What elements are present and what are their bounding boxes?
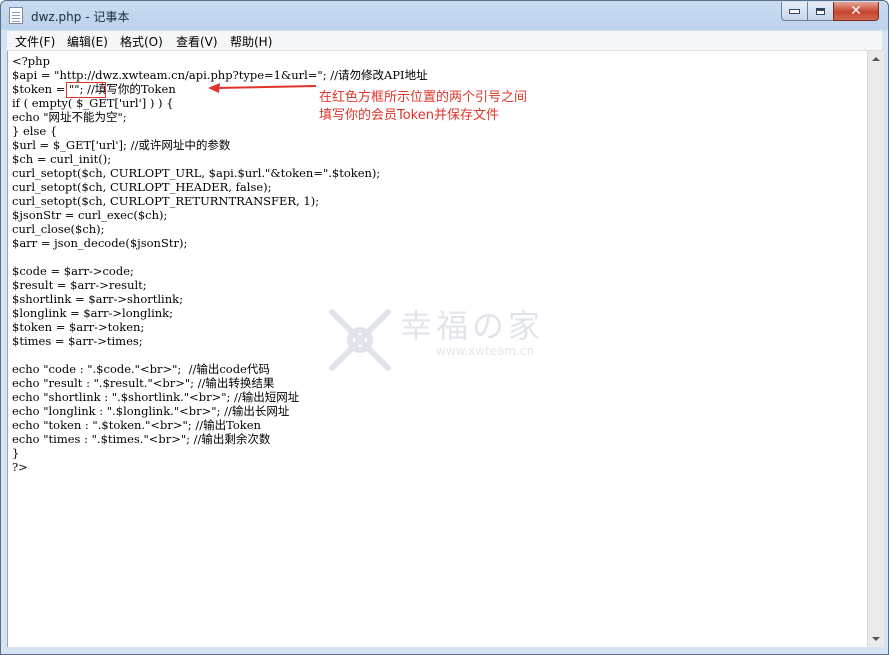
code-line: $shortlink = $arr->shortlink; — [12, 292, 183, 306]
code-line: $arr = json_decode($jsonStr); — [12, 236, 188, 250]
code-line: } else { — [12, 124, 58, 138]
maximize-icon — [816, 7, 825, 15]
code-line: $url = $_GET['url']; //或许网址中的参数 — [12, 138, 231, 152]
code-line: } — [12, 446, 20, 460]
scroll-up-button[interactable] — [868, 51, 884, 67]
code-line: echo "code : ".$code."<br>"; //输出code代码 — [12, 362, 270, 376]
window-title: dwz.php - 记事本 — [31, 10, 130, 24]
token-highlight-box — [66, 82, 106, 98]
code-line: echo "times : ".$times."<br>"; //输出剩余次数 — [12, 432, 271, 446]
notepad-icon — [9, 7, 23, 24]
code-line: <?php — [12, 54, 50, 68]
annotation-line-2: 填写你的会员Token并保存文件 — [319, 108, 499, 123]
code-line: $api = "http://dwz.xwteam.cn/api.php?typ… — [12, 68, 428, 82]
code-line: $ch = curl_init(); — [12, 152, 112, 166]
text-editor[interactable]: 幸福の家 www.xwteam.cn <?php $api = "http://d… — [7, 51, 868, 647]
code-line: curl_close($ch); — [12, 222, 105, 236]
code-line: $longlink = $arr->longlink; — [12, 306, 174, 320]
menu-file[interactable]: 文件(F) — [15, 33, 55, 50]
code-line: $token = $arr->token; — [12, 320, 145, 334]
close-button[interactable]: ✕ — [833, 2, 879, 21]
title-bar[interactable]: dwz.php - 记事本 ✕ — [1, 1, 888, 31]
minimize-button[interactable] — [781, 2, 808, 21]
scroll-down-button[interactable] — [868, 631, 884, 647]
menu-bar: 文件(F) 编辑(E) 格式(O) 查看(V) 帮助(H) — [7, 31, 882, 51]
vertical-scrollbar[interactable] — [867, 51, 884, 647]
annotation-note: 在红色方框所示位置的两个引号之间 填写你的会员Token并保存文件 — [319, 89, 527, 125]
code-line: $times = $arr->times; — [12, 334, 143, 348]
close-icon: ✕ — [850, 3, 862, 19]
code-line: echo "shortlink : ".$shortlink."<br>"; /… — [12, 390, 300, 404]
menu-edit[interactable]: 编辑(E) — [67, 33, 108, 50]
code-line: echo "result : ".$result."<br>"; //输出转换结… — [12, 376, 275, 390]
notepad-window: dwz.php - 记事本 ✕ 文件(F) 编辑(E) 格式(O) 查看(V) … — [0, 0, 889, 655]
maximize-button[interactable] — [807, 2, 834, 21]
menu-help[interactable]: 帮助(H) — [230, 33, 272, 50]
code-line: curl_setopt($ch, CURLOPT_URL, $api.$url.… — [12, 166, 381, 180]
menu-format[interactable]: 格式(O) — [120, 33, 163, 50]
code-line: echo "token : ".$token."<br>"; //输出Token — [12, 418, 261, 432]
annotation-arrow-icon — [208, 83, 317, 93]
code-line: curl_setopt($ch, CURLOPT_RETURNTRANSFER,… — [12, 194, 320, 208]
code-line: echo "longlink : ".$longlink."<br>"; //输… — [12, 404, 290, 418]
code-line: ?> — [12, 460, 28, 474]
annotation-line-1: 在红色方框所示位置的两个引号之间 — [319, 90, 528, 105]
chevron-up-icon — [872, 57, 880, 61]
menu-view[interactable]: 查看(V) — [176, 33, 218, 50]
code-line: $code = $arr->code; — [12, 264, 134, 278]
minimize-icon — [789, 8, 800, 14]
code-line: curl_setopt($ch, CURLOPT_HEADER, false); — [12, 180, 272, 194]
code-line: $result = $arr->result; — [12, 278, 147, 292]
code-line: $jsonStr = curl_exec($ch); — [12, 208, 168, 222]
chevron-down-icon — [872, 637, 880, 641]
watermark-url: www.xwteam.cn — [436, 344, 535, 358]
